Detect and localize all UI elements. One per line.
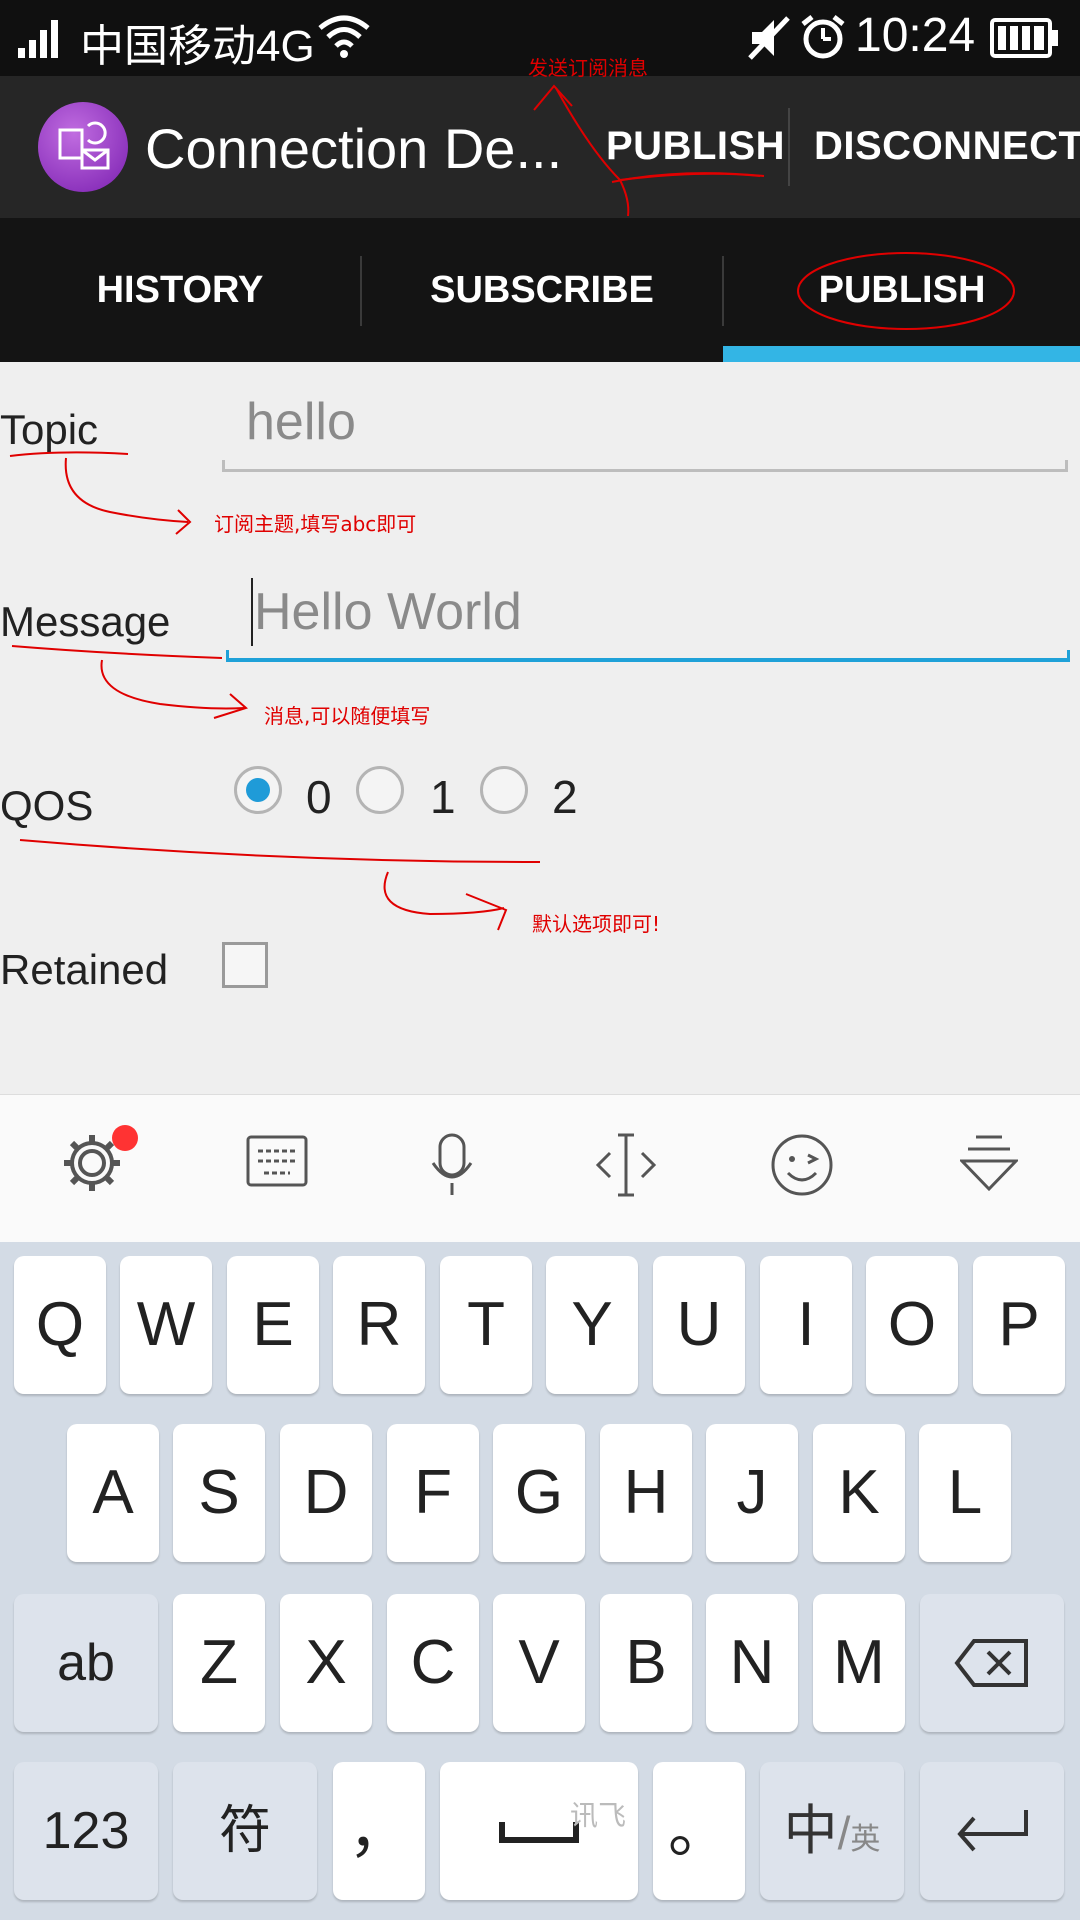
period-key[interactable]: 。: [653, 1762, 745, 1900]
key-z[interactable]: Z: [173, 1594, 265, 1732]
key-q[interactable]: Q: [14, 1256, 106, 1394]
key-j[interactable]: J: [706, 1424, 798, 1562]
cursor-move-icon[interactable]: [594, 1133, 658, 1197]
space-key[interactable]: 讯飞: [440, 1762, 638, 1900]
key-h[interactable]: H: [600, 1424, 692, 1562]
key-o[interactable]: O: [866, 1256, 958, 1394]
key-y[interactable]: Y: [546, 1256, 638, 1394]
backspace-key[interactable]: [920, 1594, 1064, 1732]
microphone-icon[interactable]: [430, 1133, 474, 1197]
key-x[interactable]: X: [280, 1594, 372, 1732]
shift-key[interactable]: ab: [14, 1594, 158, 1732]
publish-form: Topic hello Message Hello World QOS 0 1 …: [0, 362, 1080, 1094]
language-switch-key[interactable]: 中/英: [760, 1762, 904, 1900]
numbers-key[interactable]: 123: [14, 1762, 158, 1900]
key-t[interactable]: T: [440, 1256, 532, 1394]
emoji-icon[interactable]: [770, 1133, 834, 1197]
key-a[interactable]: A: [67, 1424, 159, 1562]
lang-sub-label: 英: [850, 1823, 881, 1856]
key-i[interactable]: I: [760, 1256, 852, 1394]
annotation-send: 发送订阅消息: [528, 56, 648, 80]
keyboard-toolbar: [0, 1094, 1080, 1243]
annotation-topic: 订阅主题,填写abc即可: [214, 512, 417, 536]
backspace-icon: [954, 1639, 1028, 1687]
key-c[interactable]: C: [387, 1594, 479, 1732]
enter-key[interactable]: [920, 1762, 1064, 1900]
key-n[interactable]: N: [706, 1594, 798, 1732]
annotation-qos: 默认选项即可!: [532, 912, 661, 936]
annotation-message: 消息,可以随便填写: [264, 704, 431, 728]
key-s[interactable]: S: [173, 1424, 265, 1562]
lang-main-label: 中: [783, 1801, 838, 1861]
key-d[interactable]: D: [280, 1424, 372, 1562]
key-f[interactable]: F: [387, 1424, 479, 1562]
symbols-key[interactable]: 符: [173, 1762, 317, 1900]
key-v[interactable]: V: [493, 1594, 585, 1732]
key-m[interactable]: M: [813, 1594, 905, 1732]
hide-keyboard-icon[interactable]: [960, 1133, 1018, 1197]
key-r[interactable]: R: [333, 1256, 425, 1394]
notification-dot: [112, 1125, 138, 1151]
key-u[interactable]: U: [653, 1256, 745, 1394]
key-g[interactable]: G: [493, 1424, 585, 1562]
space-bar-icon: [499, 1822, 579, 1843]
annotation-strokes: [9, 451, 541, 931]
key-b[interactable]: B: [600, 1594, 692, 1732]
key-k[interactable]: K: [813, 1424, 905, 1562]
key-e[interactable]: E: [227, 1256, 319, 1394]
keyboard: Q W E R T Y U I O P A S D F G H J K L ab…: [0, 1242, 1080, 1920]
ime-brand-label: 讯飞: [569, 1799, 626, 1832]
key-p[interactable]: P: [973, 1256, 1065, 1394]
enter-icon: [957, 1810, 1028, 1852]
key-w[interactable]: W: [120, 1256, 212, 1394]
keyboard-icon[interactable]: [246, 1135, 308, 1189]
key-l[interactable]: L: [919, 1424, 1011, 1562]
comma-key[interactable]: ，: [333, 1762, 425, 1900]
